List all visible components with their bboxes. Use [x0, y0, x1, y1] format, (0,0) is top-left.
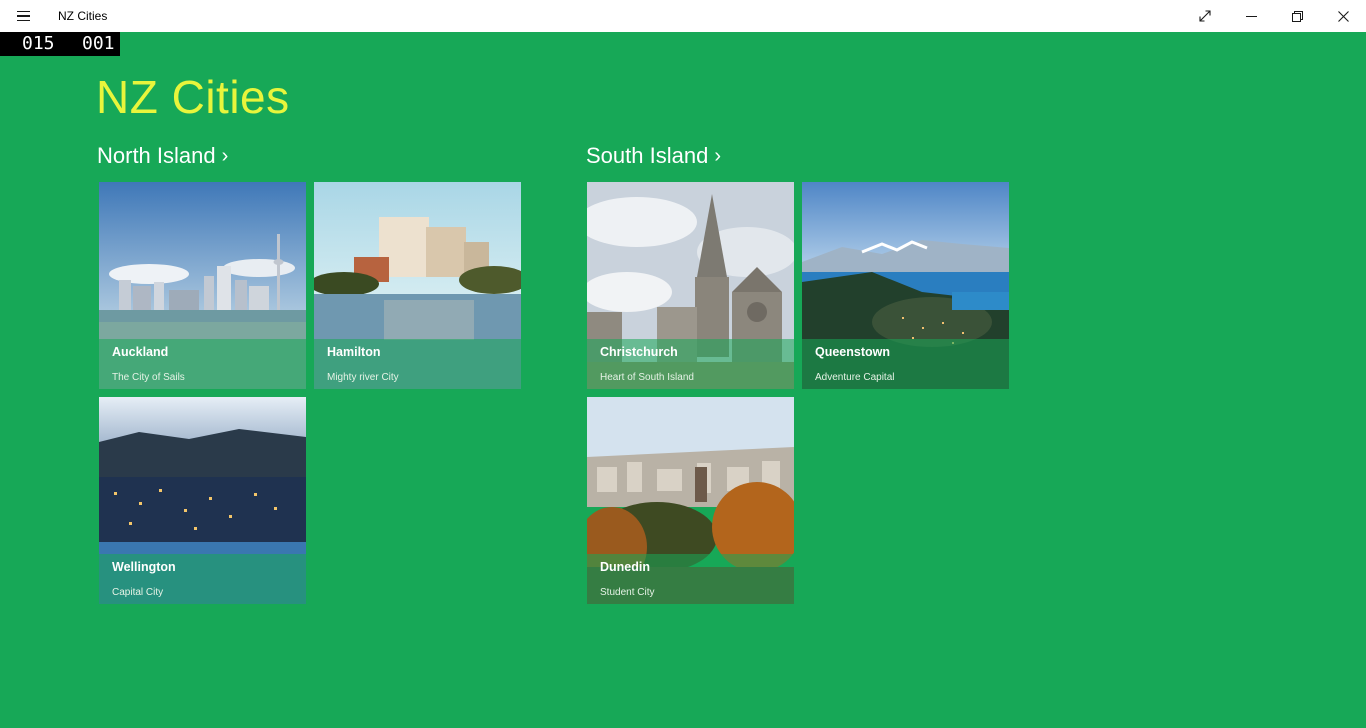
city-tile-dunedin[interactable]: Dunedin Student City [587, 397, 794, 604]
page-title: NZ Cities [96, 71, 290, 123]
restore-icon [1291, 10, 1303, 22]
window-title: NZ Cities [58, 9, 108, 23]
frame-counter-right: 001 [82, 33, 115, 54]
minimize-button[interactable] [1228, 0, 1274, 32]
city-tagline: Adventure Capital [815, 372, 895, 383]
expand-icon [1199, 10, 1211, 22]
title-bar: NZ Cities [0, 0, 1366, 32]
city-tagline: Mighty river City [327, 372, 399, 383]
city-name: Dunedin [600, 560, 650, 574]
city-tagline: Capital City [112, 587, 164, 598]
city-name: Christchurch [600, 345, 678, 359]
close-button[interactable] [1320, 0, 1366, 32]
hamburger-icon [16, 11, 30, 21]
chevron-right-icon: › [221, 144, 229, 167]
restore-button[interactable] [1274, 0, 1320, 32]
city-tagline: Student City [600, 587, 655, 598]
minimize-icon [1245, 15, 1257, 17]
frame-counter-left: 015 [22, 33, 55, 54]
group-header-label: North Island [97, 143, 216, 168]
city-tile-wellington[interactable]: Wellington Capital City [99, 397, 306, 604]
city-tile-auckland[interactable]: Auckland The City of Sails [99, 182, 306, 389]
group-header-south-island[interactable]: South Island › [586, 143, 721, 169]
chevron-right-icon: › [714, 144, 721, 167]
city-tagline: The City of Sails [112, 372, 185, 383]
city-tile-queenstown[interactable]: Queenstown Adventure Capital [802, 182, 1009, 389]
hamburger-menu-button[interactable] [0, 0, 46, 32]
group-header-label: South Island [586, 143, 709, 168]
close-icon [1337, 10, 1349, 22]
city-name: Wellington [112, 560, 176, 574]
city-tile-christchurch[interactable]: Christchurch Heart of South Island [587, 182, 794, 389]
city-tile-hamilton[interactable]: Hamilton Mighty river City [314, 182, 521, 389]
city-tagline: Heart of South Island [600, 372, 694, 383]
city-name: Queenstown [815, 345, 891, 359]
city-name: Hamilton [327, 345, 381, 359]
city-name: Auckland [112, 345, 169, 359]
full-screen-button[interactable] [1182, 0, 1228, 32]
group-header-north-island[interactable]: North Island › [97, 143, 228, 169]
frame-counter: 015 001 [0, 32, 120, 56]
